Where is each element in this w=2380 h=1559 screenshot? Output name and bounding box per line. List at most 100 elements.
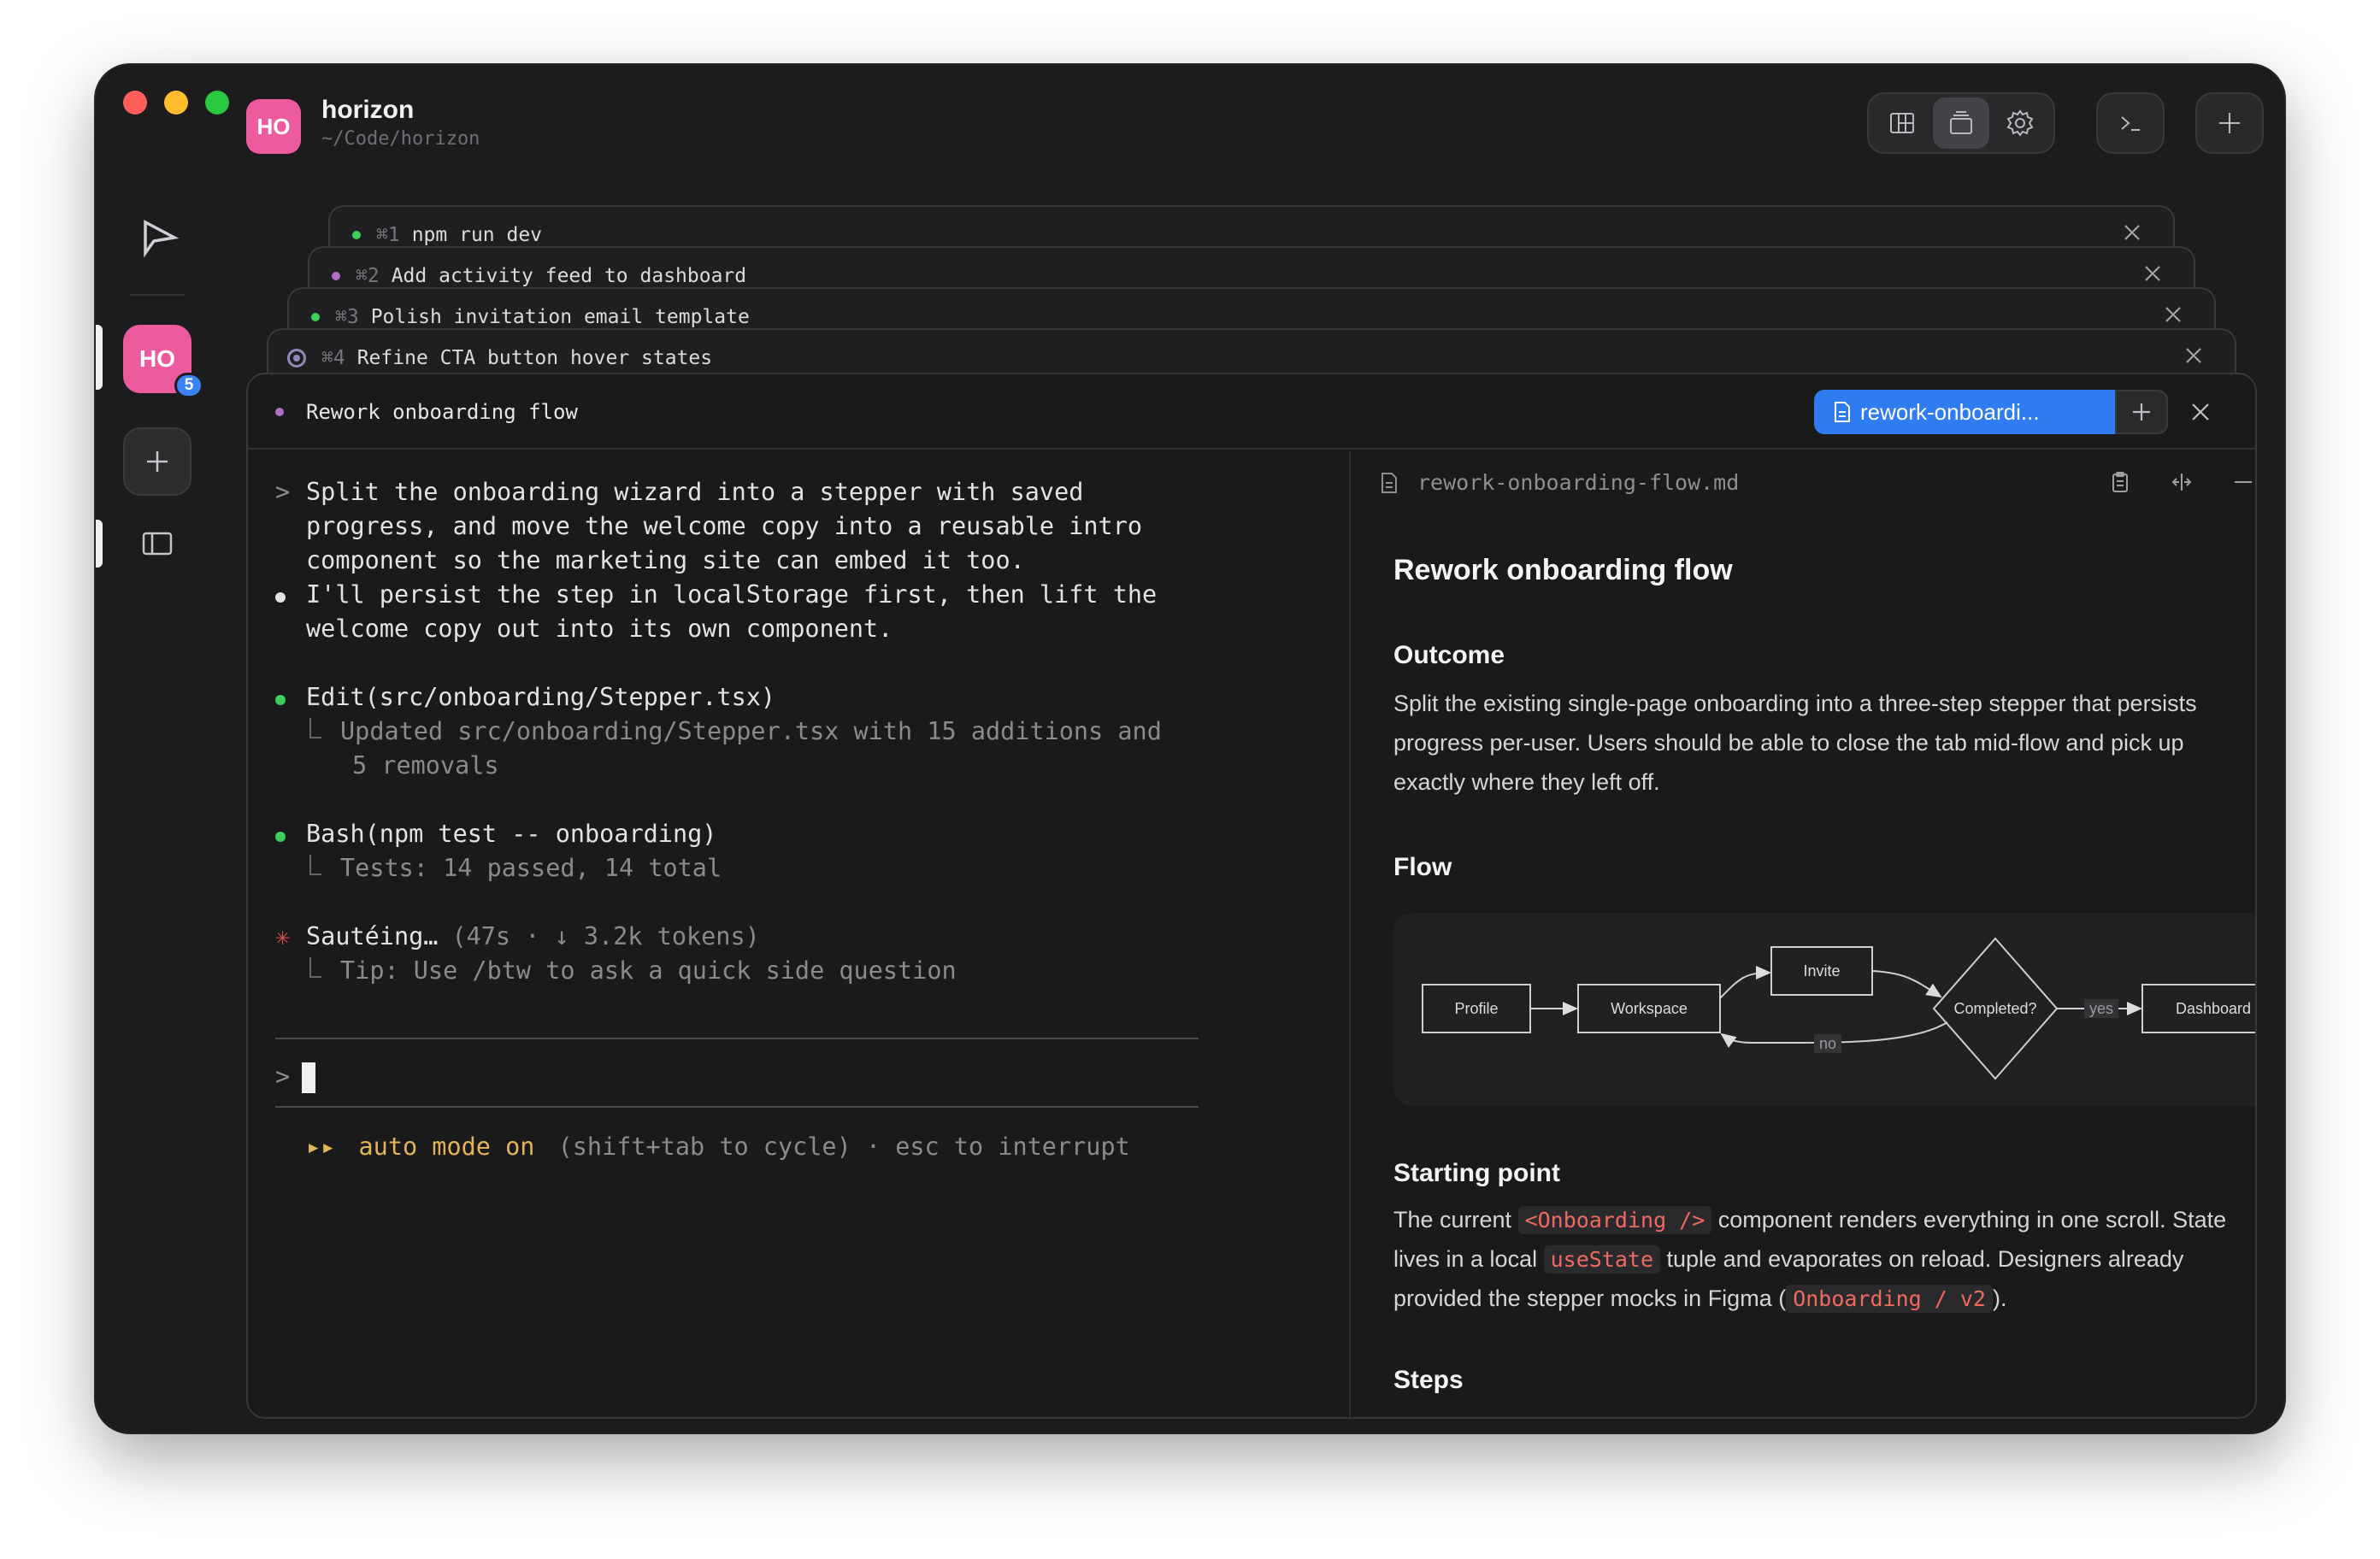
sidebar-panel-icon [142,532,173,556]
session-shortcut: ⌘4 [321,347,345,369]
outcome-line: exactly where they left off. [1393,769,1660,795]
session-title: npm run dev [411,224,543,246]
flow-heading: Flow [1393,853,1452,881]
starting-line: The current <Onboarding /> component ren… [1393,1206,2227,1234]
tip-text: Tip: Use /btw to ask a quick side questi… [340,956,957,985]
tool-name: Bash(npm test -- onboarding) [306,820,717,848]
stack-view-button[interactable] [1933,97,1989,149]
close-icon [2124,225,2140,240]
outcome-line: progress per-user. Users should be able … [1393,730,2184,756]
zoom-window-button[interactable] [205,91,229,115]
document-pane: rework-onboarding-flow.md Rework onboard… [1349,451,2255,1417]
close-session-button[interactable] [2122,222,2142,243]
doc-filename: rework-onboarding-flow.md [1417,470,1740,495]
status-ring [287,349,306,368]
doc-tab-label: rework-onboardi... [1860,398,2040,425]
gear-icon [2006,109,2034,137]
close-icon [2192,403,2209,421]
terminal-pane[interactable]: > Split the onboarding wizard into a step… [248,451,1349,1417]
outcome-line: Split the existing single-page onboardin… [1393,691,2197,716]
success-bullet-icon [275,832,286,842]
project-avatar[interactable]: HO [246,99,301,154]
tool-result: Updated src/onboarding/Stepper.tsx with … [340,717,1162,745]
split-resize-icon [2171,474,2192,491]
panel-header: Rework onboarding flow rework-onboardi..… [248,374,2255,450]
close-session-button[interactable] [2163,304,2183,325]
tool-result: Tests: 14 passed, 14 total [340,854,722,882]
minimize-window-button[interactable] [164,91,188,115]
mode-hint: (shift+tab to cycle) · esc to interrupt [557,1132,1130,1161]
input-divider [275,1038,1199,1039]
sidebar-indicator [96,520,103,568]
input-divider [275,1106,1199,1108]
settings-button[interactable] [1993,97,2048,149]
mode-status[interactable]: ▸▸ auto mode on (shift+tab to cycle) · e… [306,1130,1130,1164]
minimize-doc-button[interactable] [2231,470,2255,494]
user-prompt: > Split the onboarding wizard into a step… [275,475,1142,578]
prompt-symbol: > [275,478,291,506]
session-title: Polish invitation email template [370,306,750,328]
close-icon [2186,348,2201,363]
rail-divider [130,294,185,296]
session-tab-4[interactable]: ⌘4 Refine CTA button hover states [267,328,2236,379]
session-shortcut: ⌘2 [356,265,380,287]
session-shortcut: ⌘1 [376,224,400,246]
project-name: horizon [321,96,415,124]
file-icon [1381,472,1397,493]
edit-tool-call: Edit(src/onboarding/Stepper.tsx) Updated… [275,680,1162,783]
app-window: HO horizon ~/Code/horizon HO 5 ⌘1 npm ru… [96,65,2284,1433]
board-icon [1889,113,1914,133]
flow-label-invite: Invite [1803,962,1840,980]
terminal-icon [2121,116,2140,131]
close-icon [2145,266,2160,281]
board-view-button[interactable] [1874,97,1929,149]
new-session-button[interactable] [2197,97,2262,149]
input-line[interactable]: > [275,1060,316,1094]
tool-result: 5 removals [352,751,499,780]
doc-tab[interactable]: rework-onboardi... [1814,390,2115,434]
flow-diagram: Profile Workspace Invite Completed? Dash… [1393,913,2255,1106]
inline-code: Onboarding / v2 [1786,1285,1993,1313]
bash-tool-call: Bash(npm test -- onboarding) Tests: 14 p… [275,817,722,885]
flow-label-no: no [1819,1035,1836,1052]
resize-doc-button[interactable] [2170,470,2194,494]
close-session-button[interactable] [2183,345,2204,366]
session-count-badge: 5 [174,373,203,398]
add-doc-button[interactable] [2115,390,2168,434]
doc-file-header: rework-onboarding-flow.md [1380,470,1739,495]
logo-icon [144,220,180,258]
add-project-button[interactable] [123,427,191,496]
active-session-panel: Rework onboarding flow rework-onboardi..… [246,373,2257,1419]
view-toggle-group [1867,92,2055,154]
flow-label-completed: Completed? [1953,1000,2036,1017]
session-title: Refine CTA button hover states [356,347,713,369]
flow-label-workspace: Workspace [1611,1000,1688,1017]
doc-title: Rework onboarding flow [1393,554,1733,586]
mode-label: auto mode on [358,1132,535,1161]
starting-line: provided the stepper mocks in Figma (Onb… [1393,1285,2007,1313]
inline-code: useState [1543,1245,1661,1274]
bullet-icon [275,592,286,603]
app-logo[interactable] [137,215,181,260]
clipboard-icon [2112,472,2128,492]
session-title: Add activity feed to dashboard [391,265,747,287]
close-session-button[interactable] [2142,263,2163,284]
minus-icon [2235,481,2252,483]
flow-edge [1719,966,1771,999]
file-icon [1835,402,1850,422]
active-project-indicator [96,325,103,390]
prompt-line: Split the onboarding wizard into a stepp… [306,478,1084,506]
starting-line: lives in a local useState tuple and evap… [1393,1245,2184,1274]
open-terminal-button[interactable] [2098,97,2163,149]
status-dot [332,272,340,280]
flow-label-dashboard: Dashboard [2176,1000,2251,1017]
text-cursor [302,1062,316,1093]
close-window-button[interactable] [123,91,147,115]
flow-edge [1871,970,1942,998]
copy-doc-button[interactable] [2108,470,2132,494]
new-group [2195,92,2264,154]
close-panel-button[interactable] [2190,402,2211,422]
status-dot [311,313,320,321]
toggle-sidebar-button[interactable] [140,527,174,561]
mode-arrows-icon: ▸▸ [306,1132,336,1161]
